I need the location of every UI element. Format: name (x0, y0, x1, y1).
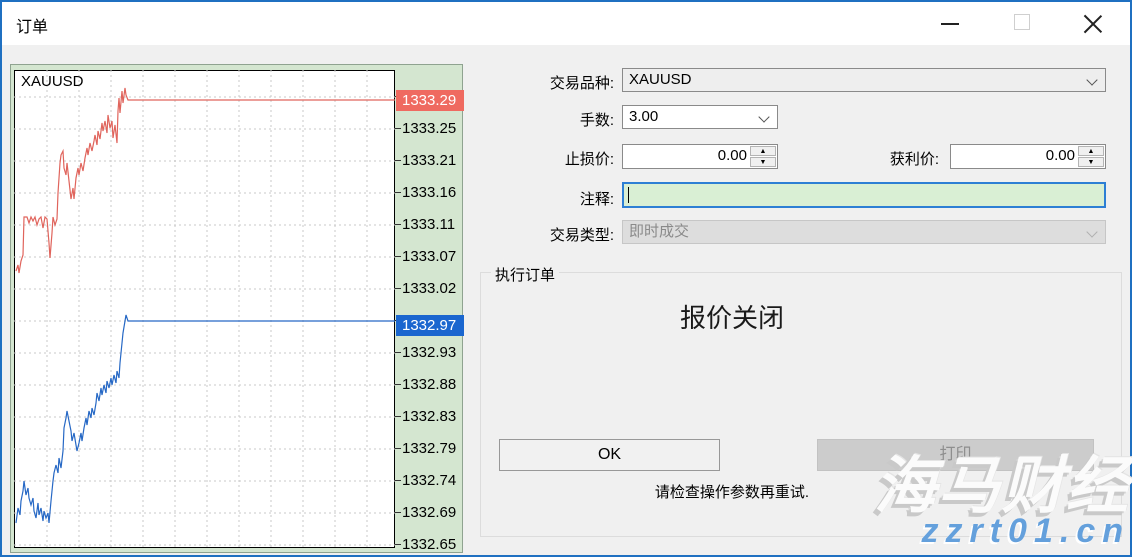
status-text: 请检查操作参数再重试. (482, 481, 982, 502)
symbol-combo-value: XAUUSD (629, 71, 692, 88)
chevron-down-icon (1086, 74, 1097, 85)
take-profit-spin-up-button[interactable]: ▲ (1078, 146, 1104, 156)
maximize-button[interactable] (999, 2, 1045, 42)
bid-price-badge: 1332.97 (396, 315, 464, 336)
tick-chart-panel: XAUUSD 1333.301333.251333.211333.161333.… (10, 64, 463, 553)
price-scale-label: 1332.69 (402, 503, 462, 523)
price-scale-tick (395, 512, 401, 513)
price-scale-tick (395, 128, 401, 129)
stop-loss-input[interactable]: 0.00 ▲ ▼ (622, 144, 778, 169)
print-button[interactable]: 打印 (817, 439, 1094, 471)
take-profit-input[interactable]: 0.00 ▲ ▼ (950, 144, 1106, 169)
price-scale-tick (395, 544, 401, 545)
ask-price-badge: 1333.29 (396, 90, 464, 111)
price-scale-label: 1332.83 (402, 407, 462, 427)
volume-combo-value: 3.00 (629, 108, 658, 125)
stop-loss-spin-up-button[interactable]: ▲ (750, 146, 776, 156)
price-scale-tick (395, 384, 401, 385)
volume-label: 手数: (472, 109, 614, 130)
price-scale-label: 1333.25 (402, 119, 462, 139)
price-scale-label: 1333.21 (402, 151, 462, 171)
stop-loss-label: 止损价: (472, 148, 614, 169)
minimize-button[interactable] (927, 2, 973, 42)
comment-input[interactable] (622, 182, 1106, 208)
price-scale-tick (395, 480, 401, 481)
price-scale-label: 1332.93 (402, 343, 462, 363)
price-scale-tick (395, 256, 401, 257)
price-scale-tick (395, 448, 401, 449)
price-scale-label: 1333.07 (402, 247, 462, 267)
stop-loss-value: 0.00 (623, 147, 747, 164)
price-scale-label: 1332.88 (402, 375, 462, 395)
symbol-combo[interactable]: XAUUSD (622, 68, 1106, 92)
symbol-label: 交易品种: (472, 72, 614, 93)
order-type-value: 即时成交 (629, 223, 689, 240)
price-scale-tick (395, 224, 401, 225)
quotes-closed-message: 报价关闭 (482, 298, 982, 335)
execution-group-title: 执行订单 (491, 264, 559, 285)
minimize-icon (941, 23, 959, 25)
text-caret (628, 187, 629, 203)
window-title: 订单 (16, 13, 48, 37)
take-profit-value: 0.00 (951, 147, 1075, 164)
volume-combo[interactable]: 3.00 (622, 105, 778, 129)
chart-symbol-label: XAUUSD (21, 73, 84, 90)
price-scale-label: 1332.65 (402, 535, 462, 555)
price-scale-label: 1333.16 (402, 183, 462, 203)
price-scale-label: 1332.74 (402, 471, 462, 491)
chevron-down-icon (1086, 226, 1097, 237)
close-button[interactable] (1070, 2, 1116, 42)
comment-label: 注释: (472, 188, 614, 209)
price-scale-tick (395, 416, 401, 417)
price-scale-tick (395, 160, 401, 161)
order-type-label: 交易类型: (472, 224, 614, 245)
price-scale-tick (395, 192, 401, 193)
price-scale-label: 1333.02 (402, 279, 462, 299)
price-scale-tick (395, 352, 401, 353)
take-profit-spin-down-button[interactable]: ▼ (1078, 157, 1104, 167)
order-dialog-window: 订单 XAUUSD 1333.301333.251333.211333.1613… (0, 0, 1132, 557)
order-type-combo: 即时成交 (622, 220, 1106, 244)
titlebar: 订单 (2, 2, 1130, 45)
price-scale-label: 1332.79 (402, 439, 462, 459)
price-scale-label: 1333.11 (402, 215, 462, 235)
close-icon (1084, 14, 1102, 32)
stop-loss-spin-down-button[interactable]: ▼ (750, 157, 776, 167)
price-scale-tick (395, 288, 401, 289)
ok-button[interactable]: OK (499, 439, 720, 471)
take-profit-label: 获利价: (797, 148, 939, 169)
chevron-down-icon (758, 111, 769, 122)
maximize-icon (1014, 14, 1030, 30)
